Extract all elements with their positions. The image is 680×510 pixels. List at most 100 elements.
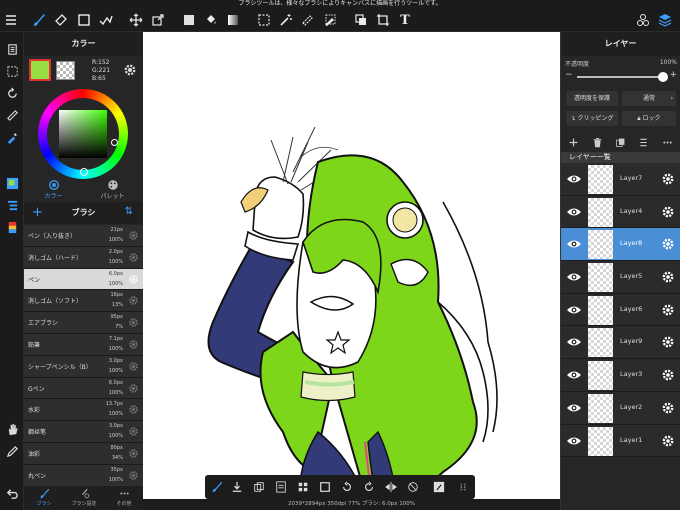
layer-row[interactable]: Layer9 [561, 326, 680, 360]
visibility-eye-icon[interactable] [566, 368, 582, 382]
brush-settings-gear-icon[interactable] [128, 339, 139, 350]
brush-row[interactable]: 鉛筆 7.1px 100% [24, 333, 143, 356]
brush-row[interactable]: 油彩 80px 34% [24, 442, 143, 465]
lock-button[interactable]: 🔒︎ ロック [622, 111, 676, 126]
layer-panel-icon[interactable] [3, 196, 21, 214]
brush-settings-gear-icon[interactable] [128, 470, 139, 481]
rect-select-icon[interactable] [75, 11, 93, 29]
clipping-button[interactable]: ↴ クリッピング [566, 111, 618, 126]
brush-settings-gear-icon[interactable] [128, 295, 139, 306]
layer-settings-gear-icon[interactable] [661, 270, 675, 284]
no-snap-icon[interactable] [405, 479, 421, 495]
menu-icon[interactable] [2, 11, 20, 29]
layer-settings-gear-icon[interactable] [661, 434, 675, 448]
visibility-eye-icon[interactable] [566, 434, 582, 448]
sort-brush-icon[interactable]: ⇅ [125, 206, 133, 217]
visibility-eye-icon[interactable] [566, 172, 582, 186]
layer-list-icon[interactable] [636, 135, 650, 149]
duplicate-layer-icon[interactable] [613, 135, 627, 149]
opacity-decrease-button[interactable]: − [565, 70, 573, 80]
color-panel-icon[interactable] [3, 174, 21, 192]
quick-brush-icon[interactable] [209, 479, 225, 495]
tab-palette[interactable]: パレット [83, 178, 142, 202]
brush-row[interactable]: シャープペンシル（B） 3.0px 100% [24, 355, 143, 378]
brush-row[interactable]: 消しゴム（ソフト） 16px 13% [24, 290, 143, 313]
opacity-slider-knob[interactable] [658, 72, 668, 82]
delete-layer-icon[interactable] [590, 135, 604, 149]
frame-icon[interactable] [317, 479, 333, 495]
color-settings-gear-icon[interactable] [123, 62, 137, 76]
edit-icon[interactable] [431, 479, 447, 495]
brush-panel-icon[interactable] [3, 218, 21, 236]
materials-icon[interactable] [634, 11, 652, 29]
move-icon[interactable] [127, 11, 145, 29]
transform-icon[interactable] [149, 11, 167, 29]
grid-icon[interactable] [295, 479, 311, 495]
layer-row[interactable]: Layer2 [561, 391, 680, 425]
sub-color-swatch[interactable] [56, 61, 75, 80]
brush-settings-gear-icon[interactable] [128, 383, 139, 394]
layer-settings-gear-icon[interactable] [661, 205, 675, 219]
layer-settings-gear-icon[interactable] [661, 368, 675, 382]
tab-brush[interactable]: ブラシ [24, 488, 64, 507]
fill-color-icon[interactable] [180, 11, 198, 29]
visibility-eye-icon[interactable] [566, 303, 582, 317]
drawing-canvas[interactable] [143, 32, 560, 510]
add-layer-icon[interactable] [566, 135, 580, 149]
select-rect-icon[interactable] [255, 11, 273, 29]
brush-settings-gear-icon[interactable] [128, 361, 139, 372]
brush-icon[interactable] [30, 11, 48, 29]
gradient-icon[interactable] [224, 11, 242, 29]
layer-row[interactable]: Layer7 [561, 163, 680, 196]
layer-row[interactable]: Layer1 [561, 424, 680, 458]
brush-row[interactable]: Gペン 6.0px 100% [24, 377, 143, 400]
opacity-increase-button[interactable]: + [669, 70, 677, 80]
sb-knob[interactable] [111, 139, 118, 146]
layer-row[interactable]: Layer8 [561, 228, 680, 262]
blend-mode-select[interactable]: 通常 › [622, 91, 676, 106]
layer-more-icon[interactable] [660, 135, 674, 149]
import-icon[interactable] [229, 479, 245, 495]
bucket-icon[interactable] [202, 11, 220, 29]
protect-alpha-button[interactable]: 透明度を保護 [566, 91, 618, 106]
rotate-right-icon[interactable] [361, 479, 377, 495]
brush-row[interactable]: エアブラシ 95px 7% [24, 312, 143, 334]
lasso-icon[interactable] [299, 11, 317, 29]
tab-more[interactable]: その他 [104, 488, 144, 507]
visibility-eye-icon[interactable] [566, 401, 582, 415]
pages-icon[interactable] [3, 40, 21, 58]
opacity-slider[interactable] [577, 72, 668, 82]
brush-settings-gear-icon[interactable] [128, 274, 139, 285]
eraser-icon[interactable] [52, 11, 70, 29]
handle-dots-icon[interactable] [455, 479, 471, 495]
brush-row[interactable]: 水彩 13.7px 100% [24, 399, 143, 422]
canvas-paper[interactable] [143, 32, 560, 510]
layer-settings-gear-icon[interactable] [661, 172, 675, 186]
visibility-eye-icon[interactable] [566, 270, 582, 284]
eyedropper-icon[interactable] [3, 128, 21, 146]
hand-icon[interactable] [3, 420, 21, 438]
undo-icon[interactable] [3, 484, 21, 502]
tab-brush-settings[interactable]: ブラシ設定 [64, 488, 104, 507]
brush-settings-gear-icon[interactable] [128, 448, 139, 459]
hue-knob[interactable] [80, 168, 88, 176]
brush-row[interactable]: 鋼丝笔 3.0px 100% [24, 421, 143, 443]
layer-settings-gear-icon[interactable] [661, 303, 675, 317]
layer-settings-gear-icon[interactable] [661, 237, 675, 251]
color-wheel[interactable] [38, 89, 128, 179]
layer-settings-gear-icon[interactable] [661, 401, 675, 415]
rotate-left-icon[interactable] [339, 479, 355, 495]
brush-settings-gear-icon[interactable] [128, 404, 139, 415]
pencil-icon[interactable] [3, 442, 21, 460]
rotate-icon[interactable] [3, 84, 21, 102]
saturation-brightness-square[interactable] [59, 110, 107, 158]
layer-row[interactable]: Layer5 [561, 261, 680, 294]
layer-row[interactable]: Layer6 [561, 293, 680, 327]
visibility-eye-icon[interactable] [566, 205, 582, 219]
brush-settings-gear-icon[interactable] [128, 230, 139, 241]
wand-icon[interactable] [277, 11, 295, 29]
brush-row[interactable]: 消しゴム（ハード） 2.0px 100% [24, 246, 143, 269]
text-icon[interactable]: T [396, 11, 414, 29]
main-color-swatch[interactable] [29, 59, 51, 81]
layer-settings-gear-icon[interactable] [661, 335, 675, 349]
